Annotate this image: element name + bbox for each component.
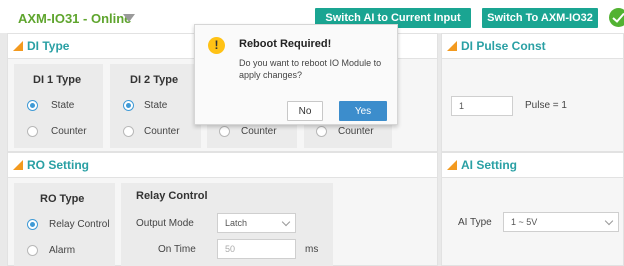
relay-control-radio[interactable] [27,219,38,230]
on-time-label: On Time [158,244,196,255]
di2-state-label: State [144,100,168,111]
output-mode-select[interactable]: Latch [217,213,296,233]
chevron-down-icon [281,217,291,227]
dialog-title: Reboot Required! [239,38,332,50]
ro-setting-title: RO Setting [27,158,89,172]
reboot-dialog: ! Reboot Required! Do you want to reboot… [194,24,398,125]
module-title: AXM-IO31 - Online [18,11,132,26]
triangle-corner-icon [13,160,23,170]
ro-setting-panel: RO Setting RO Type Relay Control Alarm R… [7,152,438,266]
dialog-message: Do you want to reboot IO Module to apply… [239,58,382,80]
di2-type-title: DI 2 Type [130,74,179,86]
ai-type-select[interactable]: 1 ~ 5V [503,212,619,232]
di-pulse-const-header: DI Pulse Const [442,34,623,59]
di-pulse-const-title: DI Pulse Const [461,39,546,53]
ai-setting-panel: AI Setting AI Type 1 ~ 5V [441,152,624,266]
di1-type-group: DI 1 Type State Counter [14,64,103,148]
pulse-const-input[interactable]: 1 [451,96,513,116]
alarm-label: Alarm [49,245,76,256]
check-circle-icon [609,8,624,27]
output-mode-value: Latch [225,218,248,228]
di1-state-radio[interactable] [27,100,38,111]
di1-counter-radio[interactable] [27,126,38,137]
di1-state-label: State [51,100,75,111]
di-type-title: DI Type [27,39,70,53]
ai-setting-title: AI Setting [461,158,517,172]
warning-icon: ! [208,37,225,54]
ai-type-label: AI Type [458,217,492,228]
di2-counter-label: Counter [144,126,180,137]
di2-counter-radio[interactable] [123,126,134,137]
alarm-radio[interactable] [27,245,38,256]
caret-down-icon[interactable] [123,14,135,22]
on-time-input[interactable]: 50 [217,239,296,259]
di3-counter-radio[interactable] [219,126,230,137]
ai-setting-header: AI Setting [442,153,623,178]
switch-to-axm-io32-button[interactable]: Switch To AXM-IO32 [482,8,598,28]
di3-counter-label: Counter [241,126,277,137]
di2-type-group: DI 2 Type State Counter [110,64,201,148]
triangle-corner-icon [13,41,23,51]
ro-type-group: RO Type Relay Control Alarm [14,183,115,266]
warning-glyph: ! [214,38,219,52]
di4-counter-label: Counter [338,126,374,137]
di1-counter-label: Counter [51,126,87,137]
pulse-label: Pulse = 1 [525,100,567,111]
di4-counter-radio[interactable] [316,126,327,137]
ro-type-title: RO Type [40,193,85,205]
triangle-corner-icon [447,41,457,51]
output-mode-label: Output Mode [136,218,194,229]
relay-control-title: Relay Control [136,190,208,202]
ai-type-value: 1 ~ 5V [511,217,538,227]
di2-state-radio[interactable] [123,100,134,111]
di-pulse-const-panel: DI Pulse Const 1 Pulse = 1 [441,33,624,152]
triangle-corner-icon [447,160,457,170]
chevron-down-icon [604,216,614,226]
yes-button[interactable]: Yes [339,101,387,121]
relay-control-group: Relay Control Output Mode Latch On Time … [121,183,333,266]
no-button[interactable]: No [287,101,323,121]
io-module-config-page: AXM-IO31 - Online Switch AI to Current I… [0,0,624,266]
on-time-unit: ms [305,244,319,255]
ro-setting-header: RO Setting [8,153,437,178]
relay-control-label: Relay Control [49,219,110,230]
di1-type-title: DI 1 Type [33,74,82,86]
